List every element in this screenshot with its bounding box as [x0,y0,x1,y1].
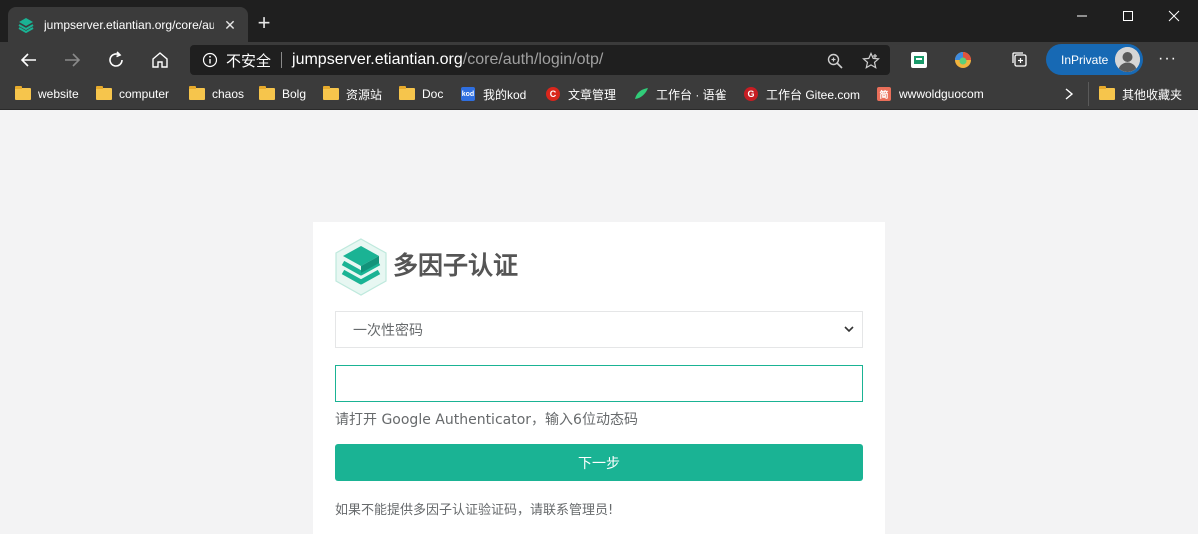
bookmark-website[interactable]: website [15,85,79,103]
bookmark-label: 资源站 [346,87,383,102]
security-status-label[interactable]: 不安全 [226,50,271,71]
home-button[interactable] [146,46,174,74]
folder-icon [189,86,205,101]
url-host: jumpserver.etiantian.org [292,51,463,68]
extension-colorful-icon[interactable] [954,51,972,69]
gitee-icon: G [743,87,759,101]
maximize-button[interactable] [1105,0,1151,32]
bookmark-label: 工作台 Gitee.com [766,87,861,102]
address-separator [281,52,283,68]
bookmark-yuque[interactable]: 工作台 · 语雀 [633,85,727,103]
user-avatar-icon [1115,47,1140,72]
page-viewport: 多因子认证 一次性密码 请打开 Google Authenticator，输入6… [0,111,1198,534]
tab-title: jumpserver.etiantian.org/core/auth/login… [44,17,214,32]
bookmarks-bar: website computer chaos Bolg 资源站 Doc kod … [0,78,1198,110]
csdn-icon: C [545,87,561,101]
bookmark-label: 我的kod [483,87,527,102]
forward-button[interactable] [58,46,86,74]
bookmark-resources[interactable]: 资源站 [323,85,382,103]
folder-icon [323,86,339,101]
bookmark-label: Bolg [282,87,307,101]
bookmark-gitee[interactable]: G 工作台 Gitee.com [743,85,860,103]
tab-close-icon[interactable]: ✕ [222,17,238,33]
info-icon[interactable] [202,52,218,68]
zoom-icon[interactable] [826,52,844,70]
chevron-right-icon [1065,88,1074,100]
bookmark-label: 工作台 · 语雀 [656,87,727,102]
browser-tab[interactable]: jumpserver.etiantian.org/core/auth/login… [8,7,248,42]
minimize-icon [1077,15,1087,17]
bookmark-label: 文章管理 [568,87,617,102]
bookmark-label: chaos [212,87,245,101]
extension-icon[interactable] [910,51,928,69]
settings-more-button[interactable]: ··· [1158,50,1177,68]
next-button[interactable]: 下一步 [335,444,863,481]
otp-code-input[interactable] [335,365,863,402]
close-icon [1168,10,1180,22]
bookmark-oldguo[interactable]: 简 wwwoldguocom [876,85,984,103]
back-arrow-icon [20,53,36,67]
folder-icon [259,86,275,101]
bookmark-label: 其他收藏夹 [1122,87,1183,102]
bookmark-label: computer [119,87,170,101]
back-button[interactable] [15,46,43,74]
mfa-login-card: 多因子认证 一次性密码 请打开 Google Authenticator，输入6… [313,222,885,534]
bookmark-label: Doc [422,87,444,101]
bookmark-other-favorites[interactable]: 其他收藏夹 [1099,85,1182,103]
kod-icon: kod [460,87,476,101]
folder-icon [1099,86,1115,101]
collections-icon[interactable] [1011,51,1029,69]
yuque-icon [633,87,649,101]
refresh-icon [109,51,123,67]
avatar [1115,47,1140,72]
chevron-down-icon [844,326,854,333]
folder-icon [96,86,112,101]
refresh-button[interactable] [102,46,130,74]
bookmarks-divider [1088,82,1089,106]
close-window-button[interactable] [1151,0,1197,32]
bookmark-label: wwwoldguocom [899,87,984,101]
browser-toolbar: 不安全 jumpserver.etiantian.org/core/auth/l… [0,42,1198,78]
forward-arrow-icon [65,53,81,67]
tab-strip: jumpserver.etiantian.org/core/auth/login… [0,0,1198,42]
bookmark-computer[interactable]: computer [96,85,169,103]
url-path: /core/auth/login/otp/ [462,51,604,68]
new-tab-button[interactable]: + [254,12,274,34]
mfa-method-selected: 一次性密码 [353,322,423,339]
jumpserver-logo-icon [335,238,387,296]
inprivate-label: InPrivate [1061,52,1109,67]
bookmark-chaos[interactable]: chaos [189,85,244,103]
bookmark-bolg[interactable]: Bolg [259,85,306,103]
bookmark-kod[interactable]: kod 我的kod [460,85,526,103]
bookmarks-overflow-button[interactable] [1063,85,1075,103]
inprivate-profile-button[interactable]: InPrivate [1046,44,1143,75]
maximize-icon [1123,11,1133,21]
bookmark-article-admin[interactable]: C 文章管理 [545,85,616,103]
folder-icon [399,86,415,101]
contact-admin-text: 如果不能提供多因子认证验证码，请联系管理员! [335,503,614,518]
jumpserver-favicon-icon [18,17,34,33]
jian-icon: 简 [876,87,892,101]
favorite-star-icon[interactable] [862,52,880,70]
mfa-method-select[interactable]: 一次性密码 [335,311,863,348]
folder-icon [15,86,31,101]
bookmark-doc[interactable]: Doc [399,85,443,103]
home-icon [152,52,168,68]
address-bar[interactable]: 不安全 jumpserver.etiantian.org/core/auth/l… [190,45,890,75]
bookmark-label: website [38,87,79,101]
minimize-button[interactable] [1059,0,1105,32]
page-title: 多因子认证 [393,251,519,280]
otp-hint-text: 请打开 Google Authenticator，输入6位动态码 [335,412,638,428]
